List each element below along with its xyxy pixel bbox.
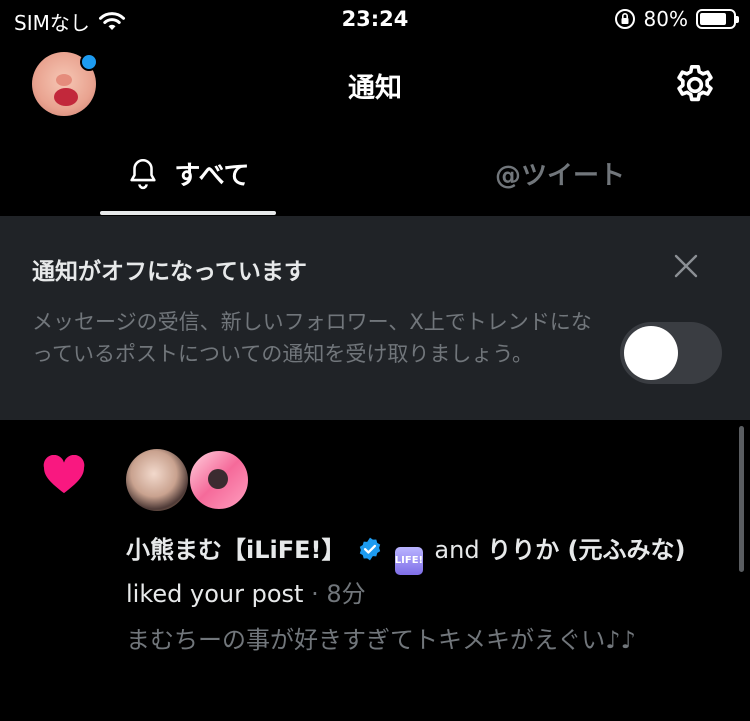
toggle-knob (624, 326, 678, 380)
heart-icon (43, 455, 85, 494)
banner-title: 通知がオフになっています (32, 259, 307, 285)
close-icon[interactable] (672, 252, 700, 280)
header: 通知 (0, 40, 750, 130)
tab-bar: すべて @ツイート (0, 130, 750, 216)
status-bar: SIMなし 23:24 80% (0, 0, 750, 40)
battery-percent: 80% (643, 7, 688, 31)
notification-text: 小熊まむ【iLiFE!】 LIFE! and りりか (元ふみな) liked … (126, 531, 706, 613)
tab-all-label: すべて (174, 160, 250, 191)
user-name-1[interactable]: 小熊まむ【iLiFE!】 (126, 536, 345, 564)
tab-mentions-label: @ツイート (494, 160, 625, 191)
quoted-post-text[interactable]: まむちーの事が好きすぎてトキメキがえぐい♪♪ (126, 621, 706, 659)
bell-icon (130, 158, 157, 190)
settings-gear-icon[interactable] (672, 62, 718, 108)
scrollbar[interactable] (739, 426, 744, 572)
verified-badge-icon (359, 537, 381, 561)
affiliate-badge-icon: LIFE! (394, 547, 423, 575)
notifications-off-banner: 通知がオフになっています メッセージの受信、新しいフォロワー、X上でトレンドにな… (0, 216, 750, 420)
user-avatar-2[interactable] (188, 449, 250, 511)
tab-all[interactable]: すべて (100, 130, 276, 216)
separator-dot: · (311, 580, 319, 608)
notifications-toggle[interactable] (620, 322, 722, 384)
active-tab-indicator (100, 211, 276, 215)
battery-fill (700, 13, 726, 25)
action-text: liked your post (126, 580, 304, 608)
timestamp: 8分 (326, 580, 366, 608)
user-avatar-2-inner (208, 469, 228, 489)
page-title: 通知 (348, 73, 402, 104)
notification-item[interactable]: 小熊まむ【iLiFE!】 LIFE! and りりか (元ふみな) liked … (0, 421, 750, 721)
status-right: 80% (614, 7, 739, 31)
and-text: and (434, 536, 480, 564)
user-name-2[interactable]: りりか (元ふみな) (487, 536, 685, 564)
battery-icon (696, 9, 739, 29)
user-avatar-1[interactable] (126, 449, 188, 511)
banner-body: メッセージの受信、新しいフォロワー、X上でトレンドになっているポストについての通… (32, 310, 592, 366)
rotation-lock-icon (614, 9, 635, 29)
tab-mentions[interactable]: @ツイート (430, 130, 690, 216)
